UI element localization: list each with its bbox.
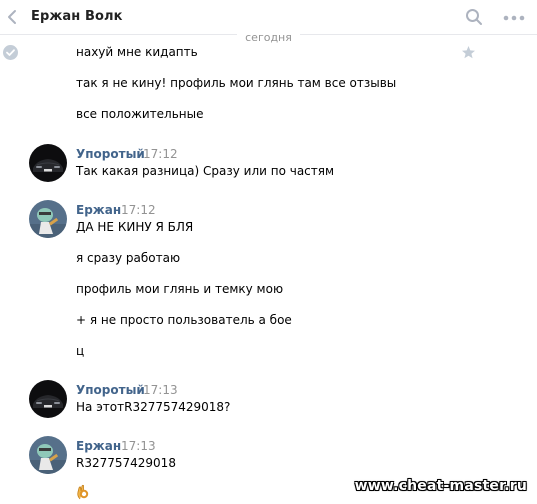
star-icon [462, 46, 475, 59]
search-button[interactable] [465, 8, 483, 26]
message-time: 17:12 [143, 147, 178, 161]
message-text: я сразу работаю [76, 251, 181, 265]
avatar[interactable] [29, 144, 67, 182]
search-icon [466, 9, 482, 25]
date-divider: сегодня [0, 31, 537, 44]
author-name[interactable]: Ержан [76, 439, 121, 453]
avatar[interactable] [29, 200, 67, 238]
more-dots-icon [503, 15, 525, 21]
favorite-button[interactable] [461, 45, 476, 60]
more-button[interactable] [503, 10, 525, 24]
ok-hand-emoji-icon [76, 484, 90, 500]
car-avatar-image [29, 380, 67, 418]
avatar[interactable] [29, 436, 67, 474]
watermark: www.cheat-master.ru [354, 478, 527, 494]
message-time: 17:13 [143, 383, 178, 397]
message-text: ДА НЕ КИНУ Я БЛЯ [76, 220, 194, 234]
chat-title[interactable]: Ержан Волк [31, 9, 123, 24]
author-name[interactable]: Ержан [76, 203, 121, 217]
cartoon-avatar-image [29, 436, 67, 474]
message-text: все положительные [76, 107, 204, 121]
message-text: так я не кину! профиль мои глянь там все… [76, 76, 397, 90]
message-time: 17:12 [121, 203, 156, 217]
author-name[interactable]: Упоротый [76, 383, 145, 397]
back-button[interactable] [6, 9, 20, 25]
author-name[interactable]: Упоротый [76, 147, 145, 161]
car-avatar-image [29, 144, 67, 182]
message-time: 17:13 [121, 439, 156, 453]
message-text: Так какая разница) Сразу или по частям [76, 164, 335, 178]
cartoon-avatar-image [29, 200, 67, 238]
message-text: + я не просто пользователь а бое [76, 313, 292, 327]
chevron-left-icon [8, 10, 16, 24]
message-text: нахуй мне кидапть [76, 45, 198, 59]
date-divider-label: сегодня [237, 31, 300, 44]
message-text: профиль мои глянь и темку мою [76, 282, 284, 296]
check-circle-icon [3, 45, 18, 60]
message-text: ц [76, 344, 85, 358]
message-text: R327757429018 [76, 456, 176, 470]
read-indicator [3, 45, 18, 60]
chat-header: Ержан Волк [0, 0, 537, 35]
message-text: На этотR327757429018? [76, 400, 231, 414]
avatar[interactable] [29, 380, 67, 418]
